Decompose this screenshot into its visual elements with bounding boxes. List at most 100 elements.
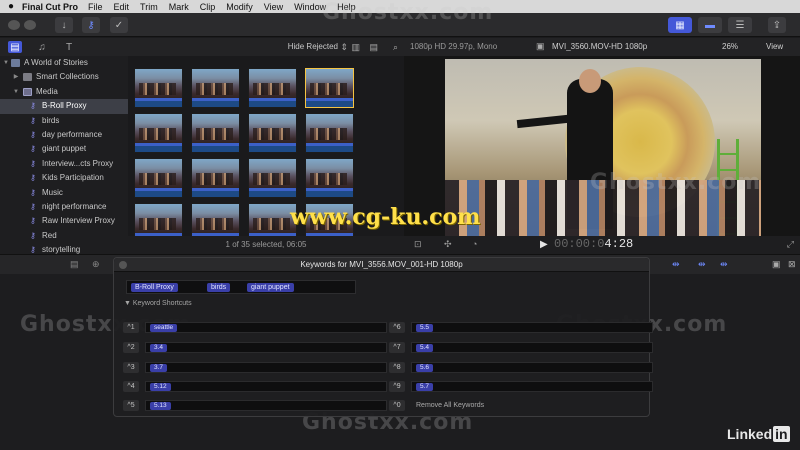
keyword-token[interactable]: B-Roll Proxy (131, 283, 178, 292)
clip-thumbnail[interactable] (191, 113, 240, 153)
keyword-token[interactable]: 5.13 (150, 402, 171, 410)
shortcut-field[interactable]: 5.7 (411, 381, 653, 392)
speed-menu-icon[interactable]: ◔ (472, 239, 477, 249)
disclosure-triangle-icon[interactable]: ▼ (12, 85, 20, 99)
enhance-menu-icon[interactable]: ✣ (444, 239, 452, 250)
clip-appearance-icon[interactable]: ▥ (351, 42, 360, 53)
app-menu[interactable]: Final Cut Pro (22, 2, 78, 12)
keyword-field[interactable]: B-Roll Proxy birds giant puppet (126, 280, 356, 294)
browser-layout-icon[interactable]: ▦ (668, 17, 692, 33)
view-menu[interactable]: View (766, 42, 783, 51)
zoom-menu[interactable]: 26% (722, 42, 738, 51)
close-icon[interactable] (119, 261, 127, 269)
sidebar-item-storytelling[interactable]: ⚷ storytelling (0, 243, 128, 254)
skimming-icon[interactable]: ⇹ (672, 259, 680, 270)
clip-thumbnail[interactable] (248, 158, 297, 198)
shortcut-field[interactable]: 5.12 (145, 381, 387, 392)
format-info: 1080p HD 29.97p, Mono (410, 42, 498, 51)
clip-thumbnail[interactable] (305, 158, 354, 198)
sidebar-item-interview-subjects-proxy[interactable]: ⚷ Interview...cts Proxy (0, 157, 128, 171)
keyword-token[interactable]: 5.6 (416, 364, 434, 372)
menu-trim[interactable]: Trim (140, 2, 158, 12)
shortcut-field[interactable]: 5.5 (411, 322, 653, 333)
sidebar-item-giant-puppet[interactable]: ⚷ giant puppet (0, 142, 128, 156)
clip-thumbnail[interactable] (134, 203, 183, 236)
libraries-icon[interactable]: ▤ (8, 41, 22, 53)
keyword-token[interactable]: 3.7 (150, 364, 168, 372)
clip-thumbnail-selected[interactable] (305, 68, 354, 108)
keyword-token[interactable]: 5.7 (416, 383, 434, 391)
keyword-token[interactable]: 3.4 (150, 344, 168, 352)
transitions-browser-icon[interactable]: ⊠ (788, 259, 796, 270)
import-icon[interactable]: ↓ (55, 17, 73, 33)
audio-skimming-icon[interactable]: ⇹ (698, 259, 706, 270)
shortcut-field[interactable]: seattle (145, 322, 387, 333)
list-view-icon[interactable]: ▤ (369, 42, 378, 53)
keyword-icon: ⚷ (30, 230, 36, 240)
share-icon[interactable]: ⇪ (768, 17, 786, 33)
sidebar-item-media[interactable]: ▼ Media (0, 85, 128, 99)
shortcut-field[interactable]: 5.13 (145, 400, 387, 411)
menu-clip[interactable]: Clip (200, 2, 216, 12)
inspector-layout-icon[interactable]: ☰ (728, 17, 752, 33)
sidebar-item-raw-interview-proxy[interactable]: ⚷ Raw Interview Proxy (0, 214, 128, 228)
shortcut-field[interactable]: 5.6 (411, 362, 653, 373)
titles-generators-icon[interactable]: T (62, 41, 76, 53)
clip-thumbnail[interactable] (305, 113, 354, 153)
minimize-window-icon[interactable] (24, 20, 36, 30)
timeline-index-icon[interactable]: ▤ (70, 259, 79, 270)
shortcut-field[interactable]: 5.4 (411, 342, 653, 353)
close-window-icon[interactable] (8, 20, 20, 30)
sidebar-item-music[interactable]: ⚷ Music (0, 186, 128, 200)
shortcut-field[interactable]: 3.4 (145, 342, 387, 353)
play-button[interactable]: ▶ (540, 239, 548, 250)
apple-menu-icon[interactable]: ● (0, 1, 22, 12)
timeline-layout-icon[interactable]: ▬ (698, 17, 722, 33)
sidebar-item-birds[interactable]: ⚷ birds (0, 114, 128, 128)
remove-all-keywords-button[interactable]: Remove All Keywords (411, 400, 653, 411)
keyword-token[interactable]: 5.4 (416, 344, 434, 352)
sidebar-item-kids-participation[interactable]: ⚷ Kids Participation (0, 171, 128, 185)
disclosure-triangle-icon[interactable]: ▼ (2, 56, 10, 70)
menu-file[interactable]: File (88, 2, 103, 12)
keyword-token[interactable]: giant puppet (247, 283, 294, 292)
sidebar-item-night-performance[interactable]: ⚷ night performance (0, 200, 128, 214)
solo-icon[interactable]: ⇹ (720, 259, 728, 270)
connect-icon[interactable]: ⊕ (92, 259, 100, 270)
shortcut-field[interactable]: 3.7 (145, 362, 387, 373)
effects-browser-icon[interactable]: ▣ (772, 259, 781, 270)
sidebar-item-library[interactable]: ▼ A World of Stories (0, 56, 128, 70)
keyword-shortcuts-toggle[interactable]: ▼ Keyword Shortcuts (124, 300, 192, 307)
keyword-token[interactable]: seattle (150, 324, 178, 332)
keyword-icon: ⚷ (30, 201, 36, 211)
keyword-token[interactable]: 5.5 (416, 324, 434, 332)
sidebar-item-day-performance[interactable]: ⚷ day performance (0, 128, 128, 142)
clip-thumbnail[interactable] (191, 203, 240, 236)
clip-thumbnail[interactable] (134, 68, 183, 108)
sidebar-item-smart-collections[interactable]: ▶ Smart Collections (0, 70, 128, 84)
sidebar-item-label: storytelling (42, 245, 81, 254)
library-sidebar: ▼ A World of Stories ▶ Smart Collections… (0, 56, 128, 254)
keyword-token[interactable]: birds (207, 283, 231, 292)
disclosure-triangle-icon[interactable]: ▶ (12, 70, 20, 84)
search-icon[interactable]: ⌕ (393, 42, 398, 53)
menu-mark[interactable]: Mark (169, 2, 189, 12)
fullscreen-icon[interactable]: ⤢ (787, 239, 794, 250)
keyword-editor-icon[interactable]: ⚷ (82, 17, 100, 33)
clip-thumbnail[interactable] (191, 68, 240, 108)
clip-thumbnail[interactable] (248, 113, 297, 153)
background-tasks-icon[interactable]: ✓ (110, 17, 128, 33)
photos-audio-icon[interactable]: ♫ (35, 41, 49, 53)
keyword-token[interactable]: 5.12 (150, 383, 171, 391)
menu-modify[interactable]: Modify (226, 2, 253, 12)
transform-menu-icon[interactable]: ⊡ (414, 239, 422, 250)
clip-thumbnail[interactable] (191, 158, 240, 198)
menu-edit[interactable]: Edit (114, 2, 130, 12)
clip-thumbnail[interactable] (248, 68, 297, 108)
menu-view[interactable]: View (264, 2, 283, 12)
sidebar-item-b-roll-proxy[interactable]: ⚷ B-Roll Proxy (0, 99, 128, 114)
sidebar-item-red[interactable]: ⚷ Red (0, 229, 128, 243)
clip-thumbnail[interactable] (134, 158, 183, 198)
clip-filter-menu[interactable]: Hide Rejected (288, 42, 338, 51)
clip-thumbnail[interactable] (134, 113, 183, 153)
